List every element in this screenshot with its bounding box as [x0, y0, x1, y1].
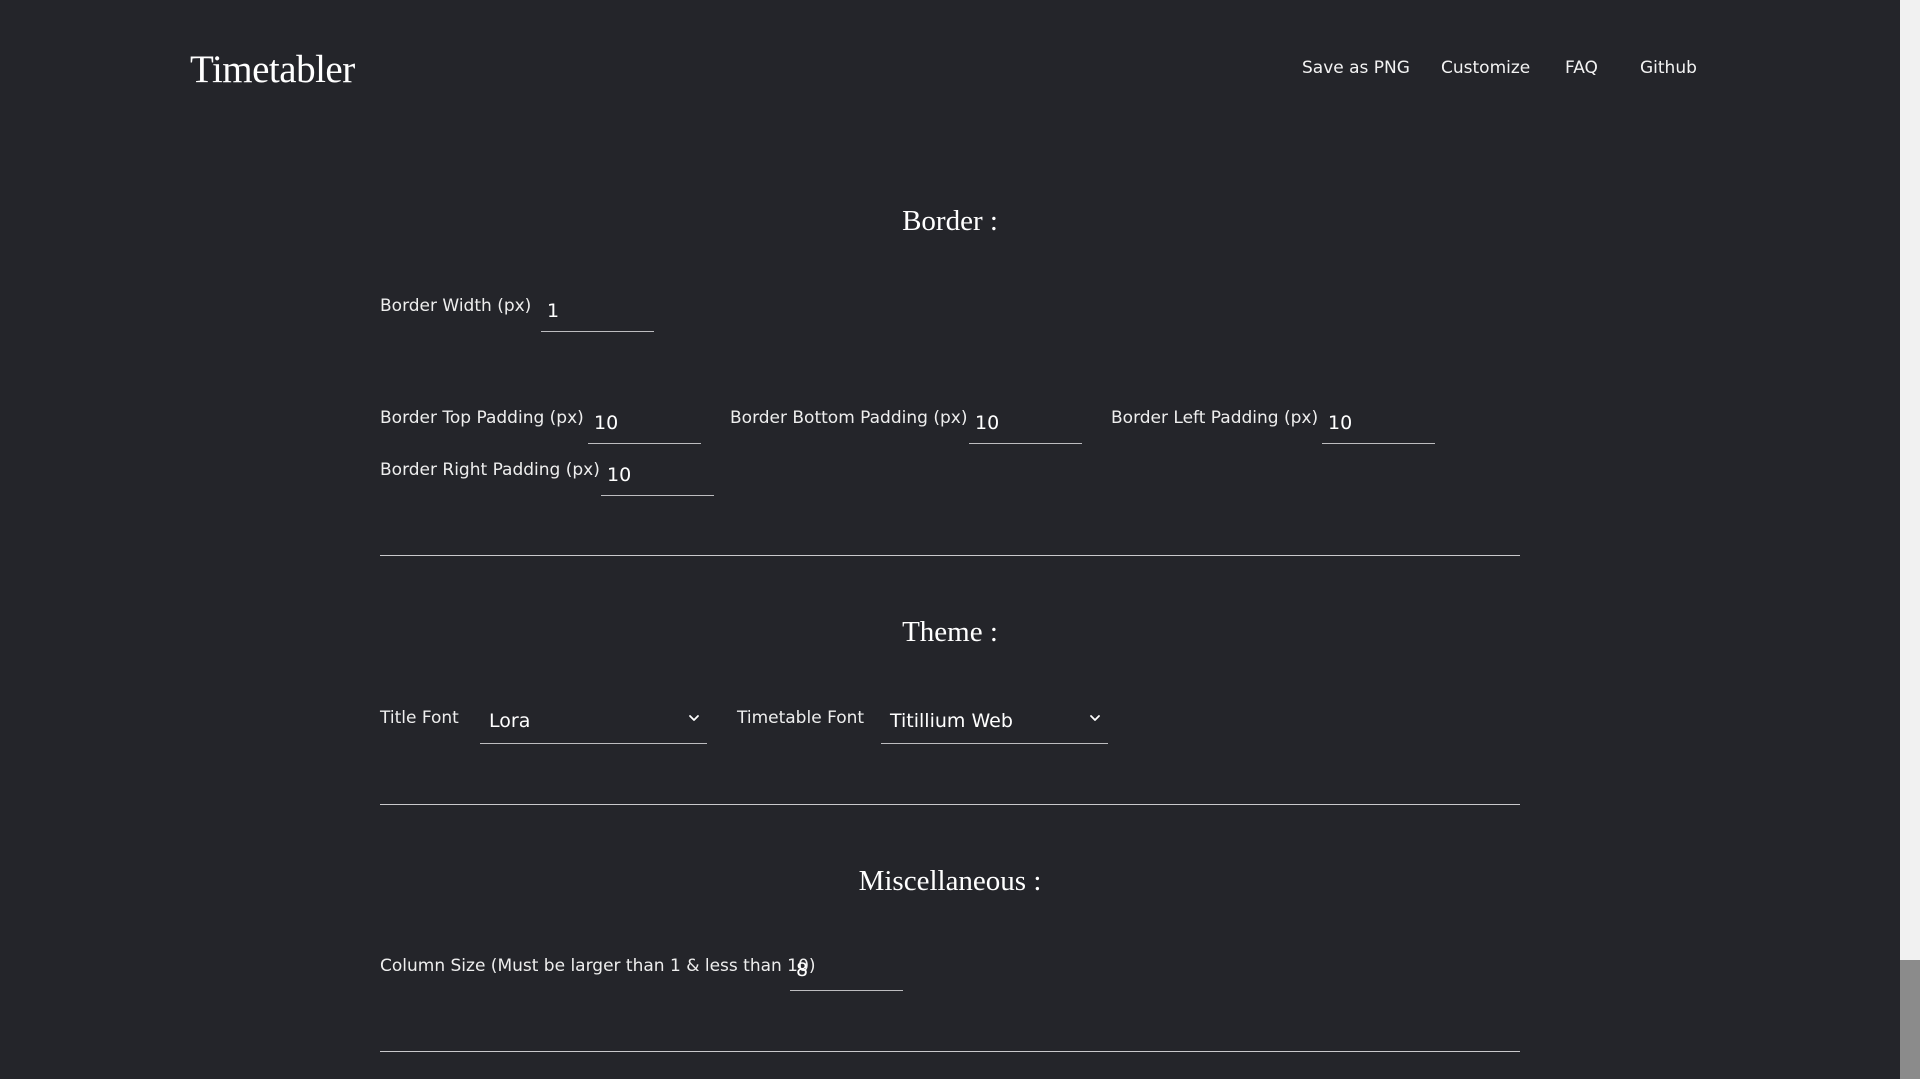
section-title-miscellaneous: Miscellaneous : [858, 865, 1042, 897]
border-left-padding-field[interactable] [1322, 403, 1435, 444]
title-font-select[interactable]: Lora [480, 701, 707, 744]
border-left-padding-input[interactable] [1322, 403, 1435, 443]
border-width-input[interactable] [541, 291, 654, 331]
timetable-font-label: Timetable Font [737, 708, 865, 728]
border-bottom-padding-field[interactable] [969, 403, 1082, 444]
chevron-down-icon [689, 715, 699, 721]
section-divider [380, 1051, 1520, 1052]
nav-faq[interactable]: FAQ [1565, 58, 1598, 78]
column-size-field[interactable] [790, 950, 903, 991]
scrollbar-track[interactable] [1900, 0, 1920, 1079]
timetable-font-value: Titillium Web [890, 710, 1013, 732]
page: Timetabler Save as PNG Customize FAQ Git… [0, 0, 1920, 1079]
border-bottom-padding-input[interactable] [969, 403, 1082, 443]
border-bottom-padding-label: Border Bottom Padding (px) [730, 408, 968, 428]
title-font-value: Lora [489, 710, 531, 732]
border-left-padding-label: Border Left Padding (px) [1111, 408, 1319, 428]
section-title-border: Border : [902, 205, 998, 237]
scrollbar-thumb[interactable] [1900, 960, 1920, 1079]
border-width-field[interactable] [541, 291, 654, 332]
column-size-input[interactable] [790, 950, 903, 990]
nav-save-as-png[interactable]: Save as PNG [1302, 58, 1410, 78]
chevron-down-icon [1090, 715, 1100, 721]
nav-github[interactable]: Github [1640, 58, 1697, 78]
timetable-font-select[interactable]: Titillium Web [881, 701, 1108, 744]
border-right-padding-field[interactable] [601, 455, 714, 496]
border-width-label: Border Width (px) [380, 296, 532, 316]
section-divider [380, 555, 1520, 556]
brand-logo[interactable]: Timetabler [190, 47, 355, 92]
border-top-padding-field[interactable] [588, 403, 701, 444]
title-font-label: Title Font [380, 708, 459, 728]
border-right-padding-label: Border Right Padding (px) [380, 460, 600, 480]
nav-customize[interactable]: Customize [1441, 58, 1530, 78]
border-top-padding-label: Border Top Padding (px) [380, 408, 584, 428]
column-size-label: Column Size (Must be larger than 1 & les… [380, 956, 816, 976]
section-divider [380, 804, 1520, 805]
border-top-padding-input[interactable] [588, 403, 701, 443]
border-right-padding-input[interactable] [601, 455, 714, 495]
section-title-theme: Theme : [902, 616, 998, 648]
